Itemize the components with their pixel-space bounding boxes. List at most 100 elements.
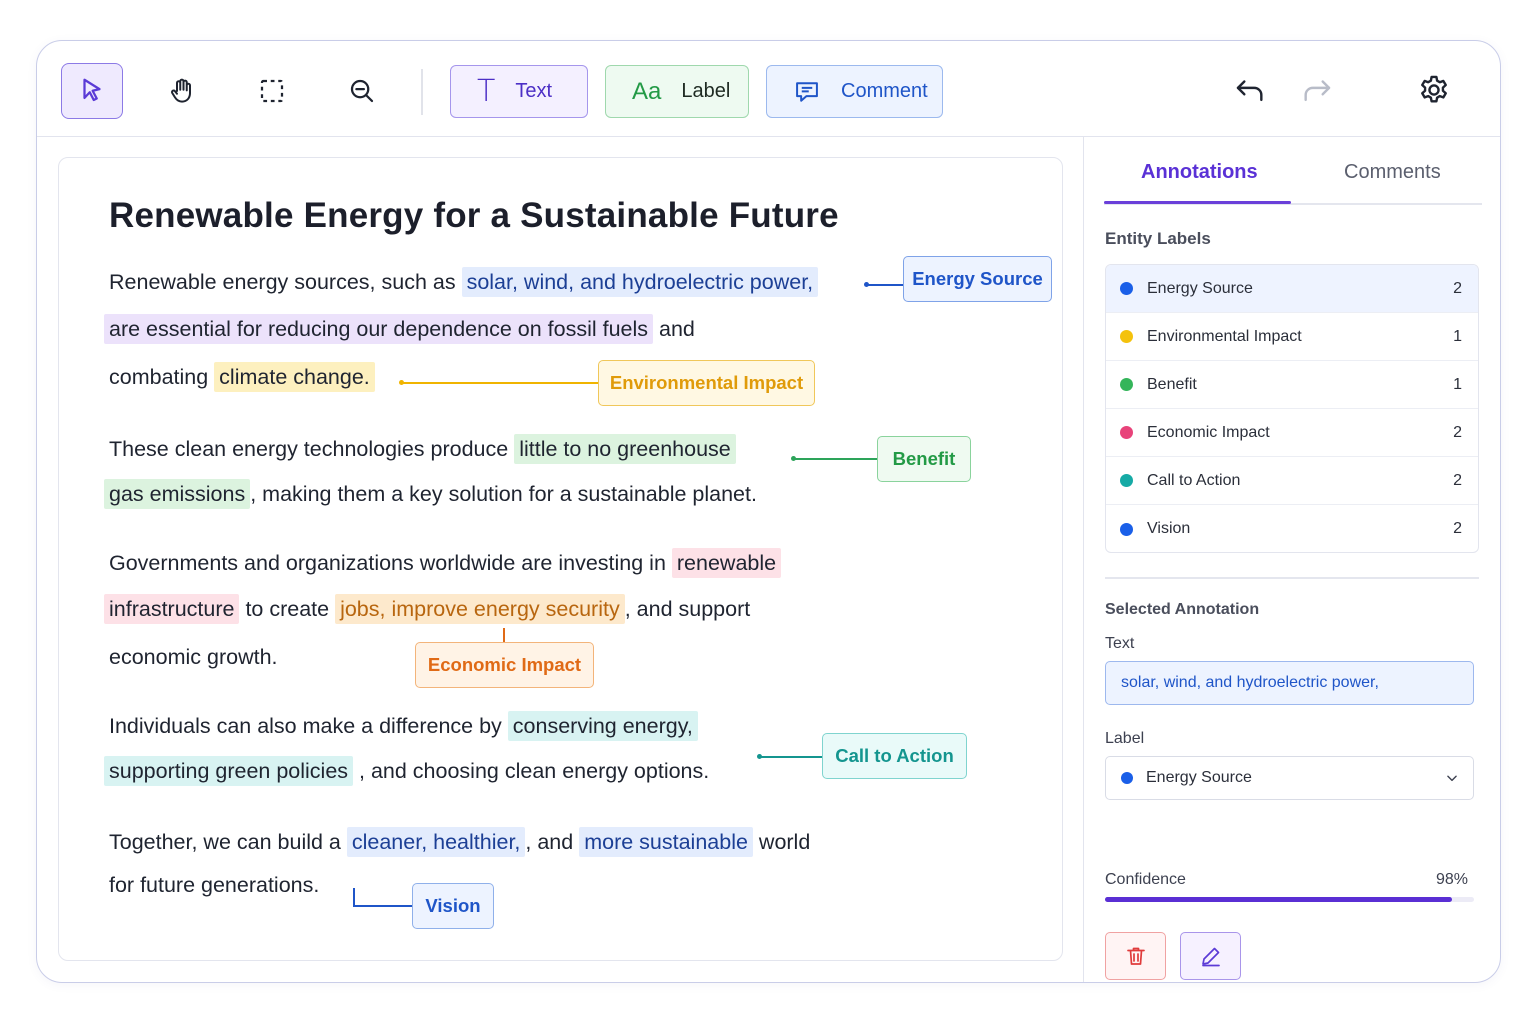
paragraph-2-line-2: gas emissions, making them a key solutio… [104, 479, 757, 509]
entity-label-row[interactable]: Benefit 1 [1106, 361, 1478, 409]
text-run: , and [525, 830, 580, 854]
entity-label-row[interactable]: Call to Action 2 [1106, 457, 1478, 505]
entity-label-name: Call to Action [1147, 471, 1241, 489]
label-tool-button[interactable]: Aa Label [605, 65, 749, 118]
paragraph-3-line-3: economic growth. [109, 645, 278, 669]
marquee-tool-button[interactable] [241, 63, 303, 119]
text-run: to create [239, 597, 336, 621]
tag-vision[interactable]: Vision [412, 883, 494, 929]
cursor-icon [83, 78, 101, 102]
highlight-vision[interactable]: cleaner, healthier, [346, 827, 526, 857]
comment-tool-button[interactable]: Comment [766, 65, 943, 118]
label-color-dot [1120, 522, 1133, 536]
label-color-dot [1120, 426, 1133, 439]
label-color-dot [1120, 474, 1133, 487]
paragraph-5-line-1: Together, we can build a cleaner, health… [109, 827, 810, 857]
entity-label-count: 2 [1453, 423, 1462, 441]
label-color-dot [1120, 282, 1133, 295]
entity-label-list: Energy Source 2 Environmental Impact 1 B… [1105, 264, 1479, 553]
paragraph-1-line-2: are essential for reducing our dependenc… [104, 314, 695, 344]
entity-label-name: Benefit [1147, 375, 1197, 393]
entity-label-row[interactable]: Environmental Impact 1 [1106, 313, 1478, 361]
annotation-app-window: T Text Aa Label Comment Renewable Energy… [36, 40, 1501, 983]
active-tab-indicator [1104, 201, 1291, 204]
document-title: Renewable Energy for a Sustainable Futur… [109, 196, 839, 235]
highlight-vision-2[interactable]: more sustainable [579, 827, 753, 857]
zoom-out-icon [350, 79, 374, 103]
selected-annotation-heading: Selected Annotation [1105, 601, 1260, 618]
highlight-economic-impact-cont[interactable]: infrastructure [104, 594, 240, 624]
annotation-panel: Annotations Comments Entity Labels Energ… [1083, 137, 1500, 982]
annotation-text-field[interactable]: solar, wind, and hydroelectric power, [1105, 661, 1474, 705]
entity-label-row[interactable]: Energy Source 2 [1106, 265, 1478, 313]
connector-environmental-impact [402, 382, 598, 384]
highlight-orange[interactable]: jobs, improve energy security [335, 594, 625, 624]
comment-icon [796, 81, 818, 102]
confidence-bar-fill [1105, 897, 1453, 902]
entity-label-count: 2 [1453, 520, 1462, 537]
entity-label-name: Economic Impact [1147, 423, 1270, 441]
highlight-purple[interactable]: are essential for reducing our dependenc… [104, 314, 654, 344]
annotation-text-value: solar, wind, and hydroelectric power, [1121, 674, 1379, 691]
connector-economic-impact [503, 628, 505, 642]
delete-annotation-button[interactable] [1105, 932, 1166, 980]
toolbar: T Text Aa Label Comment [37, 41, 1500, 137]
label-select[interactable]: Energy Source [1105, 756, 1474, 800]
entity-label-count: 2 [1453, 279, 1462, 297]
entity-label-count: 2 [1453, 471, 1462, 489]
entity-label-count: 1 [1453, 375, 1462, 393]
label-field-label: Label [1105, 730, 1145, 747]
text-run: These clean energy technologies produce [109, 437, 515, 461]
paragraph-4-line-1: Individuals can also make a difference b… [109, 711, 698, 741]
paragraph-1-line-3: combating climate change. [109, 362, 375, 392]
label-glyph-icon: Aa [632, 77, 662, 105]
gear-icon[interactable] [1417, 73, 1451, 107]
entity-label-row[interactable]: Economic Impact 2 [1106, 409, 1478, 457]
label-tool-label: Label [681, 80, 731, 102]
connector-energy-source [867, 284, 903, 286]
select-tool-button[interactable] [61, 63, 123, 119]
text-run: , and support [624, 597, 751, 621]
paragraph-1-line-1: Renewable energy sources, such as solar,… [109, 267, 819, 297]
highlight-economic-impact[interactable]: renewable [671, 548, 782, 578]
text-run: combating [109, 365, 215, 389]
redo-icon[interactable] [1300, 73, 1334, 107]
chevron-down-icon [1447, 775, 1457, 782]
pan-tool-button[interactable] [151, 63, 213, 119]
tab-annotations[interactable]: Annotations [1141, 161, 1258, 184]
tag-call-to-action[interactable]: Call to Action [822, 733, 967, 779]
tag-environmental-impact[interactable]: Environmental Impact [598, 360, 815, 406]
pencil-icon [1201, 947, 1220, 967]
highlight-energy-source[interactable]: solar, wind, and hydroelectric power, [461, 267, 819, 297]
paragraph-4-line-2: supporting green policies , and choosing… [104, 756, 709, 786]
paragraph-5-line-2: for future generations. [109, 873, 320, 897]
highlight-call-to-action[interactable]: conserving energy, [507, 711, 698, 741]
highlight-environmental-impact[interactable]: climate change. [214, 362, 375, 392]
connector-call-to-action [760, 756, 822, 758]
tag-economic-impact[interactable]: Economic Impact [415, 642, 594, 688]
zoom-out-tool-button[interactable] [331, 63, 393, 119]
highlight-call-to-action-cont[interactable]: supporting green policies [104, 756, 354, 786]
text-glyph-icon: T [477, 73, 496, 109]
comment-tool-label: Comment [841, 80, 928, 102]
trash-icon [1126, 947, 1145, 965]
text-run: and [653, 317, 695, 341]
label-color-dot [1120, 378, 1133, 391]
label-color-dot [1121, 772, 1133, 784]
undo-icon[interactable] [1233, 73, 1267, 107]
confidence-value: 98% [1436, 871, 1469, 888]
edit-annotation-button[interactable] [1180, 932, 1241, 980]
tag-benefit[interactable]: Benefit [877, 436, 971, 482]
highlight-benefit[interactable]: little to no greenhouse [514, 434, 736, 464]
text-run: Individuals can also make a difference b… [109, 714, 508, 738]
text-run: Renewable energy sources, such as [109, 270, 462, 294]
tag-energy-source[interactable]: Energy Source [903, 256, 1052, 302]
tab-comments[interactable]: Comments [1344, 161, 1441, 184]
highlight-benefit-cont[interactable]: gas emissions [104, 479, 251, 509]
text-run: Governments and organizations worldwide … [109, 551, 672, 575]
label-color-dot [1120, 330, 1133, 343]
confidence-bar [1105, 897, 1474, 902]
entity-label-row[interactable]: Vision 2 [1106, 505, 1478, 552]
text-tool-button[interactable]: T Text [450, 65, 588, 118]
hand-icon [171, 78, 191, 103]
